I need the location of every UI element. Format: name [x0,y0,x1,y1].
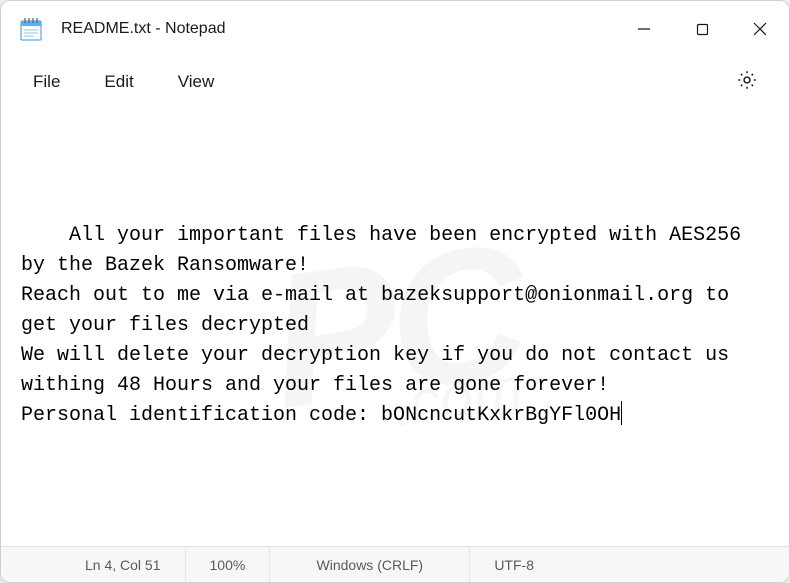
maximize-button[interactable] [673,1,731,57]
text-editor-area[interactable]: PC .com All your important files have be… [1,107,789,546]
menu-edit[interactable]: Edit [82,64,155,100]
close-button[interactable] [731,1,789,57]
window-controls [615,1,789,57]
status-line-ending: Windows (CRLF) [270,547,470,582]
minimize-button[interactable] [615,1,673,57]
status-encoding: UTF-8 [470,547,610,582]
title-left: README.txt - Notepad [19,17,615,41]
menu-file[interactable]: File [11,64,82,100]
statusbar: Ln 4, Col 51 100% Windows (CRLF) UTF-8 [1,546,789,582]
text-caret [621,401,622,425]
notepad-app-icon [19,17,43,41]
gear-icon [736,69,758,96]
titlebar: README.txt - Notepad [1,1,789,57]
status-zoom[interactable]: 100% [186,547,271,582]
editor-content: All your important files have been encry… [21,224,753,427]
status-caret-position: Ln 4, Col 51 [61,547,186,582]
settings-button[interactable] [725,60,769,104]
menubar: File Edit View [1,57,789,107]
notepad-window: README.txt - Notepad File Edit View [0,0,790,583]
window-title: README.txt - Notepad [61,20,226,38]
menu-view[interactable]: View [156,64,237,100]
